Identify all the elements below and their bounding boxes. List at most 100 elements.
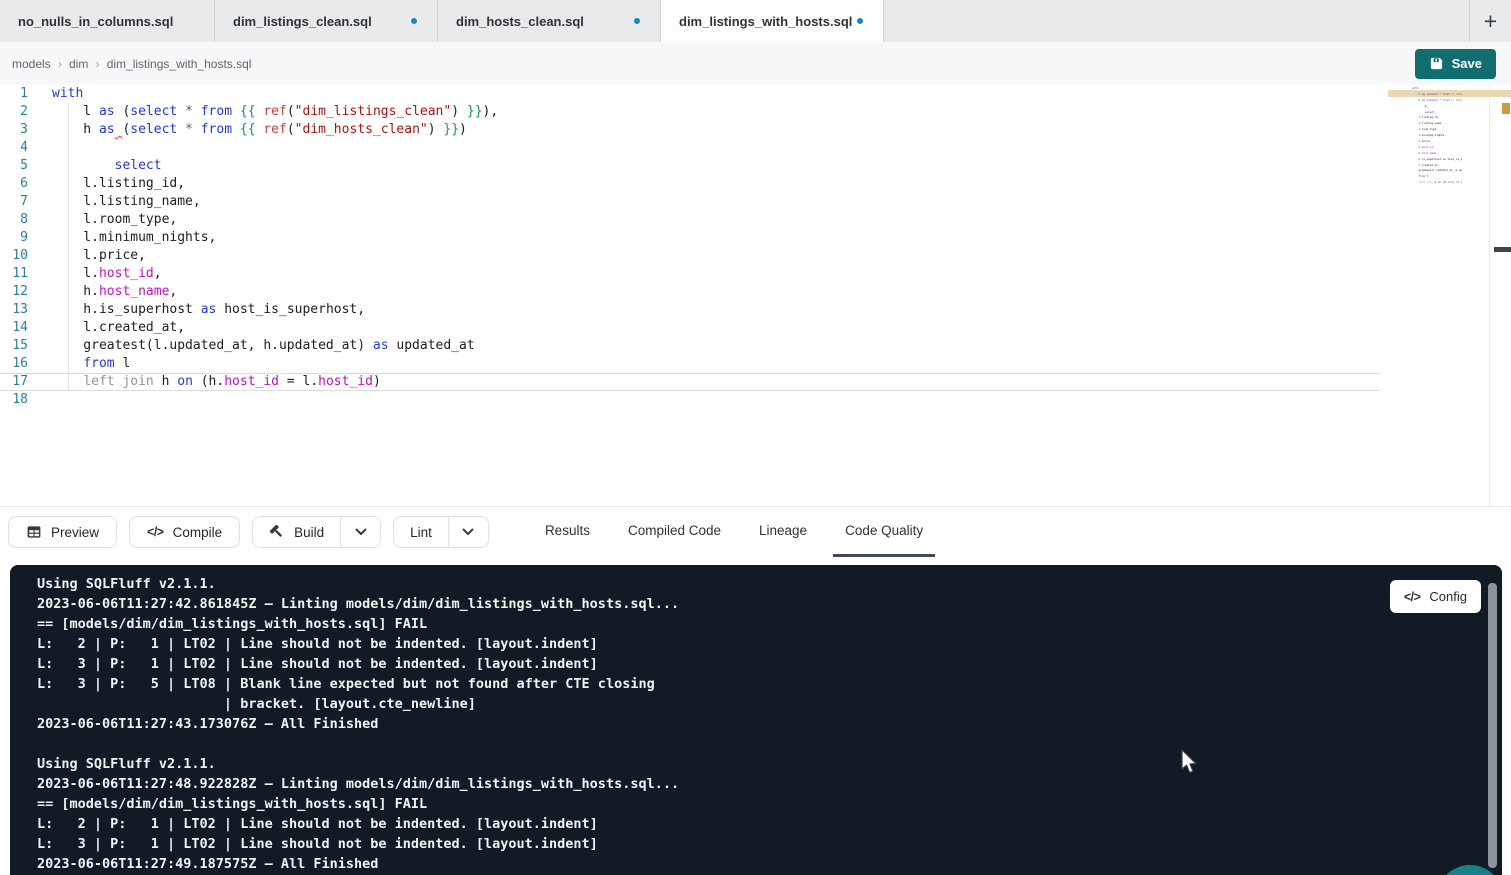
code-text: with	[1412, 86, 1418, 90]
line-number: 16	[0, 355, 28, 373]
terminal-line: 2023-06-06T11:27:42.861845Z — Linting mo…	[37, 594, 1502, 614]
code-text: l.minimum_nights,	[1412, 133, 1446, 137]
code-line[interactable]: 2 l as (select * from {{ ref("dim_listin…	[0, 103, 1380, 121]
build-button[interactable]: Build	[253, 517, 340, 547]
tab-compiled-code-label: Compiled Code	[628, 523, 721, 538]
minimap[interactable]: with l as (select * from {{ ref("dim_lis…	[1388, 86, 1462, 200]
code-line[interactable]: 12 h.host_name,	[0, 283, 1380, 301]
tab-code-quality[interactable]: Code Quality	[833, 507, 935, 557]
action-buttons: Preview </> Compile Build	[8, 507, 489, 557]
terminal-scrollbar[interactable]	[1488, 583, 1497, 868]
compile-button[interactable]: </> Compile	[129, 516, 240, 548]
code-line[interactable]: 14 l.created_at,	[0, 319, 1380, 337]
code-line[interactable]: 15 greatest(l.updated_at, h.updated_at) …	[0, 337, 1380, 355]
build-button-group: Build	[252, 516, 381, 548]
minimap-line: h as (select * from {{ ref("dim_hosts_cl…	[1388, 98, 1462, 104]
breadcrumb-bar: models › dim › dim_listings_with_hosts.s…	[0, 42, 1511, 85]
code-text: h.is_superhost as host_is_superhost,	[52, 301, 365, 319]
modified-indicator-icon	[411, 18, 417, 24]
code-text: l.listing_name,	[1412, 121, 1443, 125]
code-lines: 1with2 l as (select * from {{ ref("dim_l…	[0, 85, 1511, 409]
code-text: l.created_at,	[1412, 163, 1440, 167]
new-tab-button[interactable]: +	[1469, 0, 1511, 42]
minimap-line	[1388, 186, 1462, 192]
code-icon: </>	[1404, 590, 1421, 604]
tab-results[interactable]: Results	[533, 507, 602, 557]
config-button-label: Config	[1429, 589, 1467, 604]
line-number: 5	[0, 157, 28, 175]
file-tab[interactable]: dim_listings_with_hosts.sql	[661, 0, 884, 42]
code-editor[interactable]: 1with2 l as (select * from {{ ref("dim_l…	[0, 85, 1511, 506]
breadcrumb-separator: ›	[95, 56, 99, 71]
line-number: 18	[0, 391, 28, 409]
chevron-down-icon	[355, 528, 367, 536]
code-text: left join h on (h.host_id = l.host_id)	[1412, 180, 1462, 184]
code-line[interactable]: 8 l.room_type,	[0, 211, 1380, 229]
code-text: select	[1412, 110, 1435, 114]
terminal-line: L: 3 | P: 1 | LT02 | Line should not be …	[37, 834, 1502, 854]
code-text: from l	[1412, 174, 1428, 178]
lint-dropdown-button[interactable]	[448, 517, 488, 547]
breadcrumb-item-file[interactable]: dim_listings_with_hosts.sql	[107, 57, 252, 71]
code-text: l.created_at,	[52, 319, 185, 337]
code-line[interactable]: 6 l.listing_id,	[0, 175, 1380, 193]
line-number: 8	[0, 211, 28, 229]
config-button[interactable]: </> Config	[1390, 580, 1481, 613]
line-number: 2	[0, 103, 28, 121]
code-line[interactable]: 16 from l	[0, 355, 1380, 373]
tab-lineage[interactable]: Lineage	[747, 507, 819, 557]
code-line[interactable]: 7 l.listing_name,	[0, 193, 1380, 211]
terminal-line: 2023-06-06T11:27:48.922828Z — Linting mo…	[37, 774, 1502, 794]
file-tab-bar: no_nulls_in_columns.sqldim_listings_clea…	[0, 0, 1511, 42]
tab-compiled-code[interactable]: Compiled Code	[616, 507, 733, 557]
build-dropdown-button[interactable]	[340, 517, 380, 547]
terminal-line: 2023-06-06T11:27:43.173076Z — All Finish…	[37, 714, 1502, 734]
breadcrumb-item-models[interactable]: models	[12, 57, 51, 71]
plus-icon: +	[1484, 8, 1497, 35]
line-number: 11	[0, 265, 28, 283]
code-line[interactable]: 10 l.price,	[0, 247, 1380, 265]
code-text: l.listing_name,	[52, 193, 201, 211]
code-line[interactable]: 9 l.minimum_nights,	[0, 229, 1380, 247]
code-text: l as (select * from {{ ref("dim_listings…	[52, 103, 498, 121]
build-button-label: Build	[294, 525, 324, 540]
line-number: 9	[0, 229, 28, 247]
code-line[interactable]: 11 l.host_id,	[0, 265, 1380, 283]
code-line[interactable]: 4	[0, 139, 1380, 157]
breadcrumb: models › dim › dim_listings_with_hosts.s…	[12, 56, 251, 71]
code-text: left join h on (h.host_id = l.host_id)	[52, 374, 381, 390]
preview-button[interactable]: Preview	[8, 516, 117, 548]
code-line[interactable]: 17 left join h on (h.host_id = l.host_id…	[0, 373, 1380, 391]
line-number: 6	[0, 175, 28, 193]
lint-button-label: Lint	[410, 525, 432, 540]
line-number: 14	[0, 319, 28, 337]
code-line[interactable]: 3 h as (select * from {{ ref("dim_hosts_…	[0, 121, 1380, 139]
code-line[interactable]: 18	[0, 391, 1380, 409]
code-text: l.listing_id,	[52, 175, 185, 193]
code-text: with	[52, 85, 83, 103]
code-text: l.listing_id,	[1412, 115, 1440, 119]
overview-ruler-warning-marker	[1502, 103, 1510, 114]
breadcrumb-item-dim[interactable]: dim	[69, 57, 88, 71]
code-line[interactable]: 13 h.is_superhost as host_is_superhost,	[0, 301, 1380, 319]
file-tab-label: dim_hosts_clean.sql	[456, 14, 584, 29]
terminal-output: Using SQLFluff v2.1.1.2023-06-06T11:27:4…	[10, 565, 1502, 874]
code-line[interactable]: 5 select	[0, 157, 1380, 175]
code-text: l.room_type,	[1412, 127, 1438, 131]
code-icon: </>	[147, 525, 164, 539]
result-panel-tabs: Results Compiled Code Lineage Code Quali…	[533, 507, 935, 557]
lint-output-terminal: Using SQLFluff v2.1.1.2023-06-06T11:27:4…	[10, 565, 1502, 875]
file-tab[interactable]: dim_listings_clean.sql	[215, 0, 438, 42]
code-line[interactable]: 1with	[0, 85, 1380, 103]
save-button[interactable]: Save	[1415, 49, 1496, 79]
lint-button[interactable]: Lint	[394, 517, 448, 547]
modified-indicator-icon	[857, 18, 863, 24]
file-tab[interactable]: dim_hosts_clean.sql	[438, 0, 661, 42]
tab-code-quality-label: Code Quality	[845, 523, 923, 538]
line-number: 7	[0, 193, 28, 211]
code-text: from l	[52, 355, 130, 373]
code-text: l.minimum_nights,	[52, 229, 216, 247]
file-tab[interactable]: no_nulls_in_columns.sql	[0, 0, 215, 42]
chevron-down-icon	[462, 528, 474, 536]
terminal-line: == [models/dim/dim_listings_with_hosts.s…	[37, 614, 1502, 634]
